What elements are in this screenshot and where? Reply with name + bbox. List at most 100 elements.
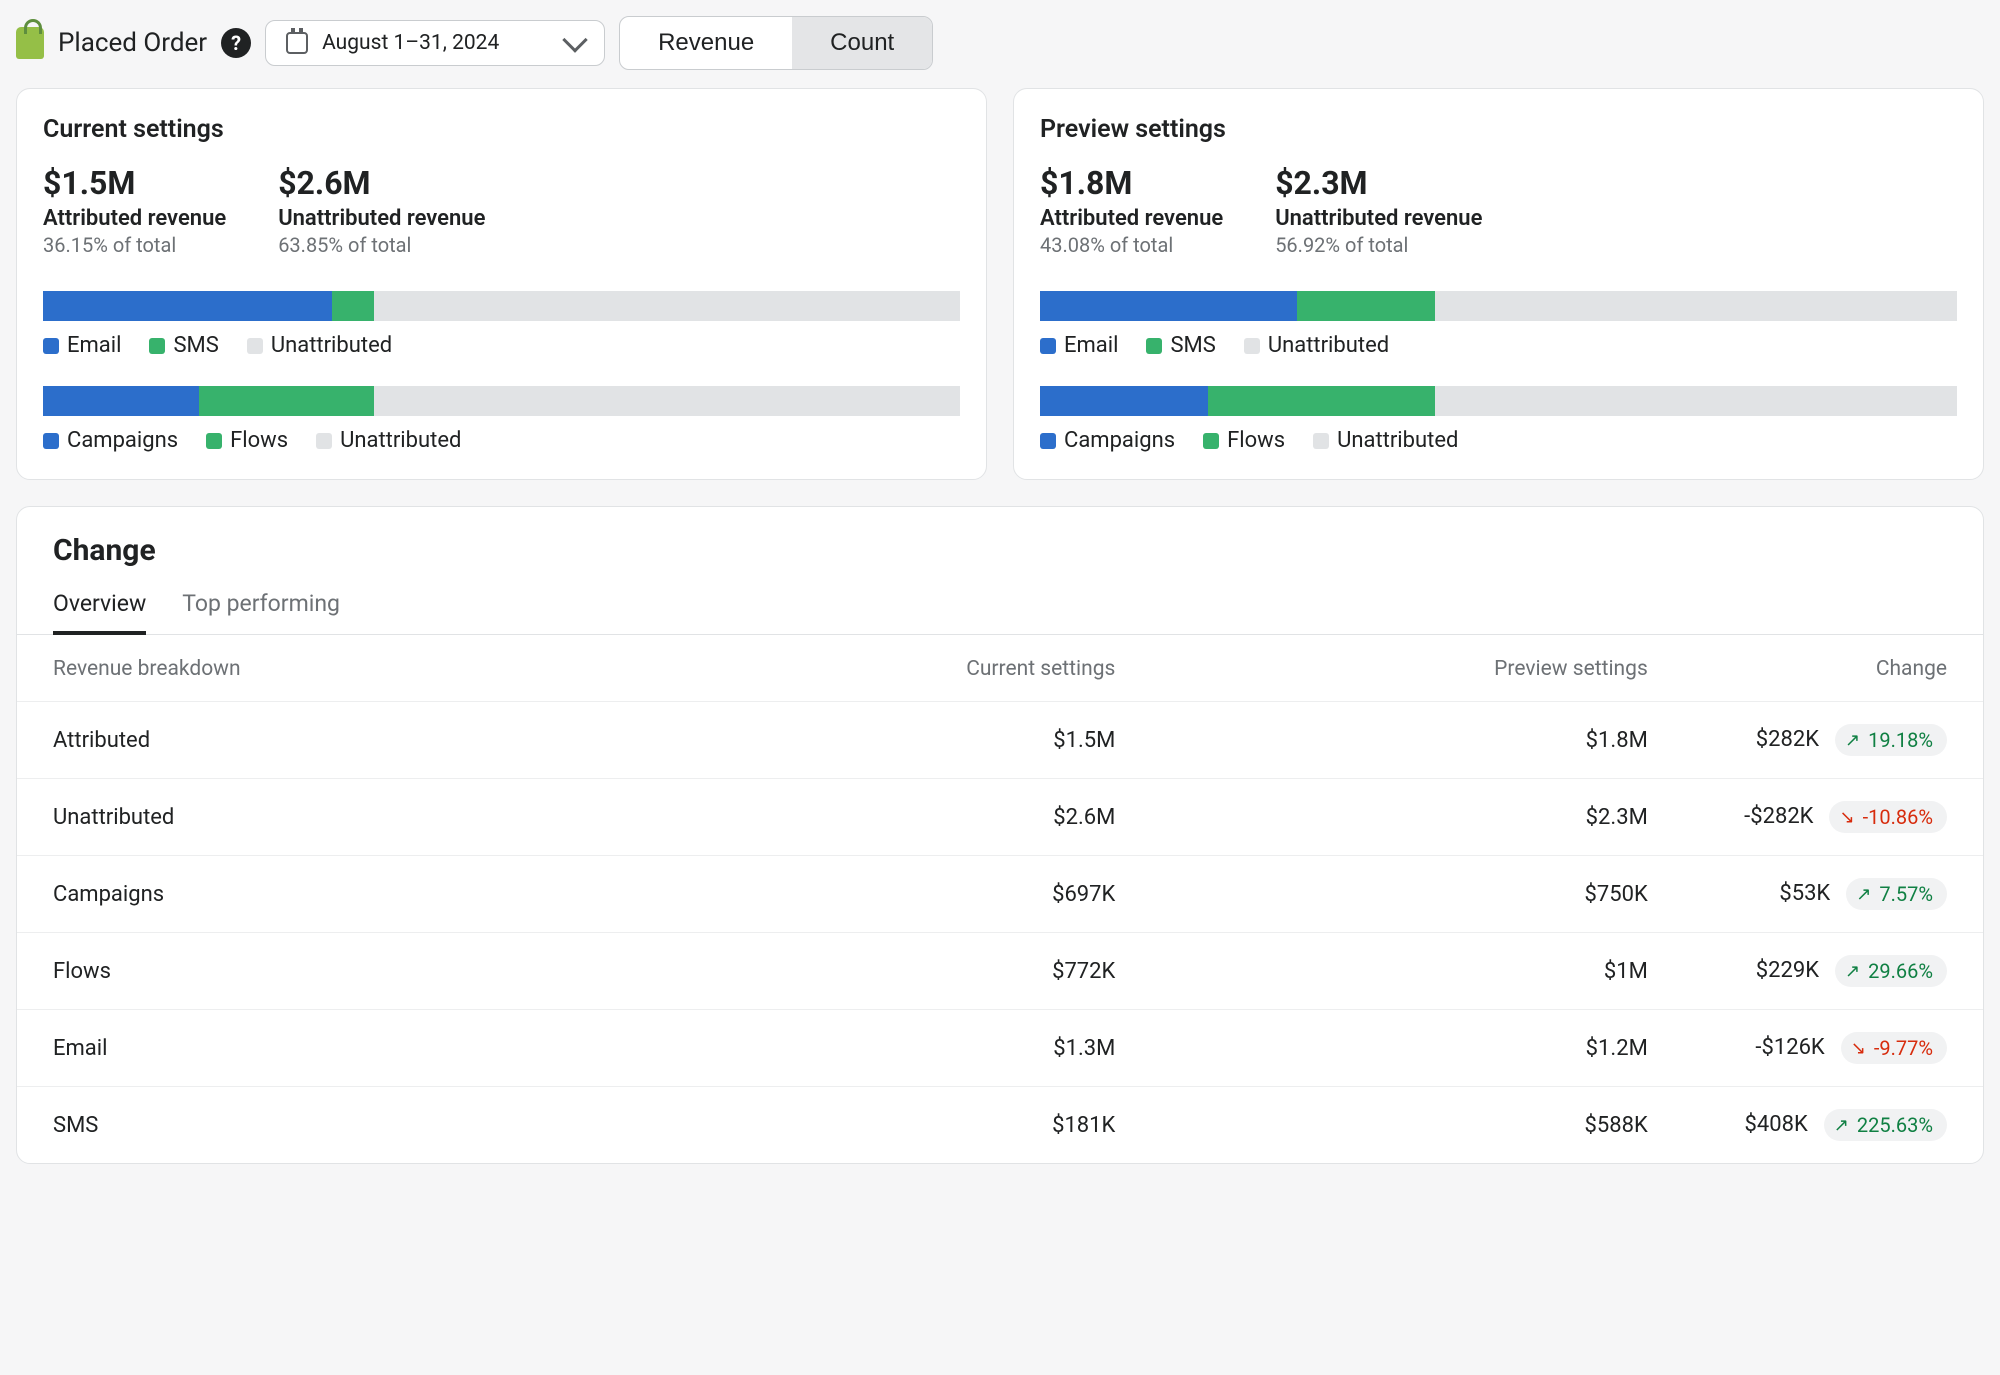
legend-label: Unattributed (271, 333, 392, 358)
stat-sub: 56.92% of total (1275, 233, 1482, 257)
swatch-gray-icon (1244, 338, 1260, 354)
cell-change: $282K ↗19.18% (1684, 702, 1983, 779)
cell-current: $2.6M (629, 779, 1151, 856)
cell-preview: $750K (1151, 856, 1683, 933)
metric-name: Placed Order (58, 28, 207, 58)
bar-seg-email (43, 291, 332, 321)
table-row: Unattributed$2.6M$2.3M-$282K↘-10.86% (17, 779, 1983, 856)
legend-label: Email (1064, 333, 1118, 358)
swatch-gray-icon (247, 338, 263, 354)
revenue-breakdown-table: Revenue breakdown Current settings Previ… (17, 635, 1983, 1163)
preview-settings-card: Preview settings $1.8M Attributed revenu… (1013, 88, 1984, 480)
cell-label: SMS (17, 1087, 629, 1164)
cell-current: $697K (629, 856, 1151, 933)
brand: Placed Order (16, 27, 207, 59)
channel-legend: Email SMS Unattributed (43, 333, 960, 358)
change-diff: $282K (1731, 727, 1819, 752)
stat-label: Attributed revenue (43, 206, 226, 231)
chevron-down-icon (562, 27, 587, 52)
stat-value: $2.6M (278, 164, 485, 202)
tab-top-performing[interactable]: Top performing (182, 578, 340, 634)
swatch-green-icon (1146, 338, 1162, 354)
change-pill: ↗7.57% (1846, 878, 1947, 910)
change-pill: ↘-9.77% (1841, 1032, 1947, 1064)
trend-up-icon: ↗ (1834, 1115, 1849, 1136)
trend-up-icon: ↗ (1845, 961, 1860, 982)
stat-attributed: $1.8M Attributed revenue 43.08% of total (1040, 164, 1223, 257)
help-icon[interactable]: ? (221, 28, 251, 58)
stat-label: Attributed revenue (1040, 206, 1223, 231)
segment-revenue[interactable]: Revenue (620, 17, 792, 69)
bar-seg-flows (199, 386, 374, 416)
change-pct: 225.63% (1857, 1113, 1933, 1137)
bar-seg-campaigns (1040, 386, 1208, 416)
table-row: Campaigns$697K$750K$53K↗7.57% (17, 856, 1983, 933)
cell-change: $408K ↗ 225.63% (1684, 1087, 1983, 1164)
cell-preview: $1.2M (1151, 1010, 1683, 1087)
table-row: SMS$181K$588K$408K↗225.63% (17, 1087, 1983, 1164)
cell-change: -$126K↘-9.77% (1684, 1010, 1983, 1087)
stat-sub: 43.08% of total (1040, 233, 1223, 257)
change-pill: ↘-10.86% (1829, 801, 1947, 833)
swatch-blue-icon (1040, 338, 1056, 354)
table-row: Email$1.3M$1.2M-$126K↘-9.77% (17, 1010, 1983, 1087)
cell-preview: $1.8M (1151, 702, 1683, 779)
current-settings-card: Current settings $1.5M Attributed revenu… (16, 88, 987, 480)
bar-seg-sms (332, 291, 374, 321)
change-pct: -9.77% (1874, 1036, 1933, 1060)
swatch-green-icon (1203, 433, 1219, 449)
change-diff: $229K (1731, 958, 1819, 983)
cell-current: $181K (629, 1087, 1151, 1164)
swatch-gray-icon (316, 433, 332, 449)
segment-count[interactable]: Count (792, 17, 932, 69)
trend-up-icon: ↗ (1845, 730, 1860, 751)
metric-toggle: Revenue Count (619, 16, 933, 70)
swatch-green-icon (149, 338, 165, 354)
table-row: Flows$772K$1M$229K↗29.66% (17, 933, 1983, 1010)
swatch-blue-icon (1040, 433, 1056, 449)
legend-label: Email (67, 333, 121, 358)
stat-label: Unattributed revenue (278, 206, 485, 231)
legend-label: Unattributed (340, 428, 461, 453)
bar-seg-sms (1297, 291, 1435, 321)
col-label: Revenue breakdown (17, 635, 629, 702)
cell-label: Unattributed (17, 779, 629, 856)
change-tabs: Overview Top performing (17, 578, 1983, 635)
cell-label: Flows (17, 933, 629, 1010)
stat-value: $1.5M (43, 164, 226, 202)
top-bar: Placed Order ? August 1–31, 2024 Revenue… (16, 16, 1984, 70)
type-bar (1040, 386, 1957, 416)
legend-label: Unattributed (1268, 333, 1389, 358)
change-pct: 29.66% (1868, 959, 1933, 983)
change-pill: ↗19.18% (1835, 724, 1947, 756)
type-bar (43, 386, 960, 416)
swatch-green-icon (206, 433, 222, 449)
date-range-picker[interactable]: August 1–31, 2024 (265, 20, 605, 66)
bar-seg-flows (1208, 386, 1435, 416)
change-title: Change (17, 533, 1983, 578)
trend-down-icon: ↘ (1839, 807, 1854, 828)
type-legend: Campaigns Flows Unattributed (43, 428, 960, 453)
calendar-icon (286, 32, 308, 54)
cell-current: $772K (629, 933, 1151, 1010)
cell-change: -$282K↘-10.86% (1684, 779, 1983, 856)
cell-preview: $2.3M (1151, 779, 1683, 856)
legend-label: SMS (173, 333, 218, 358)
change-panel: Change Overview Top performing Revenue b… (16, 506, 1984, 1164)
channel-legend: Email SMS Unattributed (1040, 333, 1957, 358)
shopify-bag-icon (16, 27, 44, 59)
stat-value: $2.3M (1275, 164, 1482, 202)
bar-seg-campaigns (43, 386, 199, 416)
table-row: Attributed$1.5M$1.8M$282K↗19.18% (17, 702, 1983, 779)
swatch-gray-icon (1313, 433, 1329, 449)
card-title: Preview settings (1040, 115, 1957, 144)
tab-overview[interactable]: Overview (53, 578, 146, 635)
cell-label: Email (17, 1010, 629, 1087)
legend-label: SMS (1170, 333, 1215, 358)
type-legend: Campaigns Flows Unattributed (1040, 428, 1957, 453)
change-diff: $408K (1720, 1112, 1808, 1137)
stat-sub: 36.15% of total (43, 233, 226, 257)
legend-label: Campaigns (1064, 428, 1175, 453)
col-current: Current settings (629, 635, 1151, 702)
channel-bar (1040, 291, 1957, 321)
